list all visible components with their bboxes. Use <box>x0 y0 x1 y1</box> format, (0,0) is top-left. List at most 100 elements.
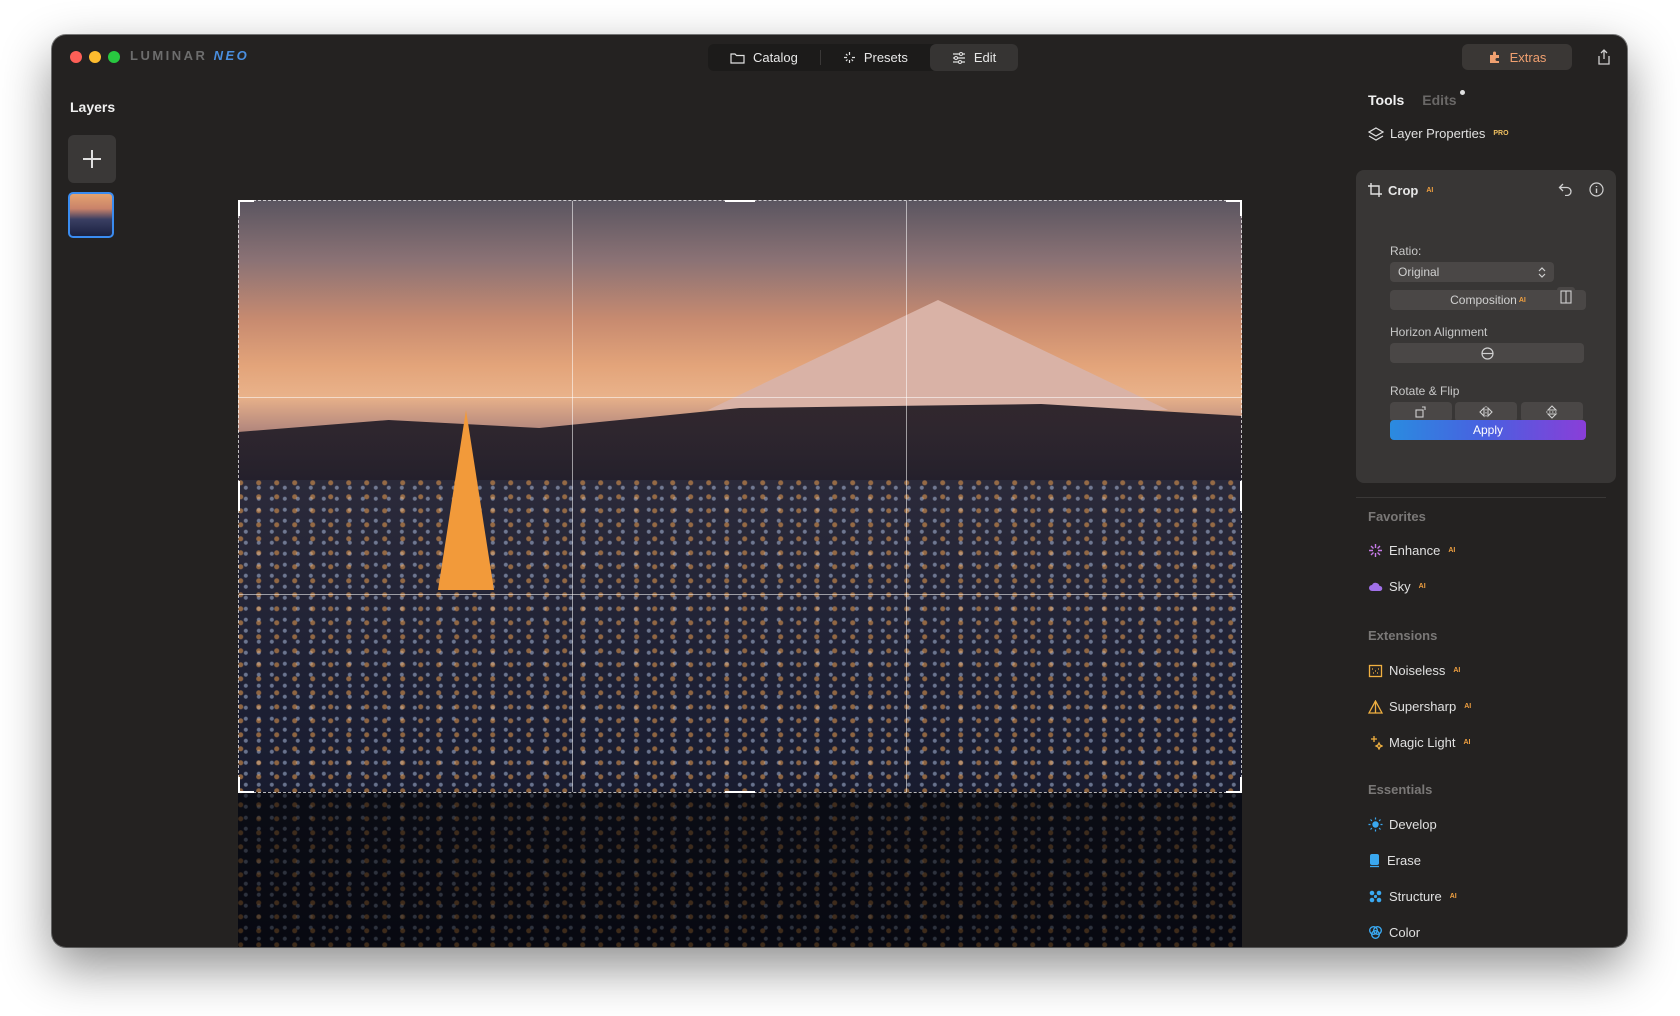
grid-line <box>239 397 1241 398</box>
tool-sky[interactable]: Sky AI <box>1368 579 1426 594</box>
tool-supersharp[interactable]: Supersharp AI <box>1368 699 1471 714</box>
structure-icon <box>1369 890 1382 903</box>
minimize-window-button[interactable] <box>89 51 101 63</box>
favorites-title: Favorites <box>1368 509 1426 524</box>
tool-erase[interactable]: Erase <box>1368 853 1421 868</box>
mode-switcher: Catalog Presets Edit <box>708 44 1019 71</box>
crop-handle-top-right[interactable] <box>1226 200 1242 216</box>
layer-thumbnail[interactable] <box>68 192 114 238</box>
logo-text-neo: NEO <box>213 48 250 63</box>
horizon-icon <box>1480 346 1494 360</box>
info-icon[interactable] <box>1589 182 1604 197</box>
ratio-value: Original <box>1398 265 1440 279</box>
swap-orientation-button[interactable] <box>1557 287 1575 307</box>
panel-divider <box>1356 497 1606 498</box>
horizon-alignment-label: Horizon Alignment <box>1390 325 1488 339</box>
ai-badge: AI <box>1463 739 1471 746</box>
essentials-title: Essentials <box>1368 782 1433 797</box>
ai-badge: AI <box>1453 667 1461 674</box>
tool-color[interactable]: Color <box>1368 925 1420 940</box>
tool-supersharp-label: Supersharp <box>1389 699 1457 714</box>
extras-button[interactable]: Extras <box>1462 44 1572 70</box>
layer-properties-button[interactable]: Layer Properties PRO <box>1368 126 1509 141</box>
tab-presets-label: Presets <box>863 50 908 65</box>
layers-icon <box>1368 126 1384 141</box>
color-icon <box>1369 926 1382 939</box>
tool-magic-light[interactable]: Magic Light AI <box>1368 735 1470 750</box>
app-logo: LUMINAR NEO <box>130 48 249 63</box>
tool-structure[interactable]: Structure AI <box>1368 889 1457 904</box>
crop-panel: Crop AI Ratio: Original Composition AI H… <box>1356 170 1616 483</box>
grid-line <box>572 201 573 792</box>
noiseless-icon <box>1368 664 1383 678</box>
crop-handle-bottom[interactable] <box>725 791 755 793</box>
tab-edits[interactable]: Edits <box>1422 90 1465 108</box>
apply-button[interactable]: Apply <box>1390 420 1586 440</box>
plus-icon <box>83 150 101 168</box>
folder-icon <box>730 52 745 64</box>
tool-enhance[interactable]: Enhance AI <box>1368 543 1455 558</box>
rotate-icon <box>1415 406 1426 418</box>
crop-header-actions <box>1558 182 1604 197</box>
extras-label: Extras <box>1509 49 1547 65</box>
tool-develop[interactable]: Develop <box>1368 817 1437 832</box>
tab-catalog-label: Catalog <box>753 50 798 65</box>
sun-icon <box>1368 817 1383 832</box>
tool-sky-label: Sky <box>1389 579 1411 594</box>
share-button[interactable] <box>1592 45 1616 69</box>
puzzle-icon <box>1489 51 1499 63</box>
crop-title: Crop <box>1388 182 1419 198</box>
ai-badge: AI <box>1426 186 1434 194</box>
ai-badge: AI <box>1448 547 1456 554</box>
crop-handle-bottom-right[interactable] <box>1226 777 1242 793</box>
crop-handle-left[interactable] <box>238 481 240 511</box>
flip-horizontal-button[interactable] <box>1455 402 1517 422</box>
tool-noiseless-label: Noiseless <box>1389 663 1446 678</box>
magic-light-icon <box>1371 736 1383 750</box>
layers-title: Layers <box>70 99 116 115</box>
tab-catalog[interactable]: Catalog <box>708 44 820 71</box>
undo-icon[interactable] <box>1558 182 1573 196</box>
close-window-button[interactable] <box>70 51 82 63</box>
tab-tools[interactable]: Tools <box>1368 92 1404 108</box>
tool-color-label: Color <box>1389 925 1421 940</box>
enhance-icon <box>1369 544 1382 557</box>
crop-header[interactable]: Crop AI <box>1368 178 1604 202</box>
tool-develop-label: Develop <box>1389 817 1437 832</box>
crop-frame[interactable] <box>238 200 1242 793</box>
crop-handle-top-left[interactable] <box>238 200 254 216</box>
composition-label: Composition <box>1450 293 1517 307</box>
flip-vertical-button[interactable] <box>1521 402 1583 422</box>
tab-edit-label: Edit <box>973 50 997 65</box>
ai-badge: AI <box>1449 893 1457 900</box>
crop-handle-top[interactable] <box>725 200 755 202</box>
crop-handle-bottom-left[interactable] <box>238 777 254 793</box>
tool-magic-light-label: Magic Light <box>1389 735 1456 750</box>
ai-badge: AI <box>1518 296 1526 304</box>
rotate-flip-label: Rotate & Flip <box>1390 384 1460 398</box>
eraser-icon <box>1370 854 1379 868</box>
crop-handle-right[interactable] <box>1240 481 1242 511</box>
rotate-button[interactable] <box>1390 402 1452 422</box>
tool-enhance-label: Enhance <box>1389 543 1441 558</box>
logo-text: LUMINAR <box>130 48 208 63</box>
tool-noiseless[interactable]: Noiseless AI <box>1368 663 1460 678</box>
sliders-icon <box>952 51 965 64</box>
ai-badge: AI <box>1418 583 1426 590</box>
extensions-title: Extensions <box>1368 628 1438 643</box>
cloud-icon <box>1369 582 1383 591</box>
pro-badge: PRO <box>1493 130 1509 137</box>
horizon-alignment-button[interactable] <box>1390 343 1584 363</box>
share-icon <box>1598 49 1610 65</box>
flip-horizontal-icon <box>1479 406 1493 418</box>
edits-indicator-dot <box>1459 90 1465 95</box>
chevron-updown-icon <box>1538 266 1546 278</box>
flip-vertical-icon <box>1546 405 1558 419</box>
tab-edit[interactable]: Edit <box>929 44 1019 71</box>
swap-orientation-icon <box>1560 290 1572 304</box>
tab-presets[interactable]: Presets <box>821 44 930 71</box>
photo-canvas[interactable] <box>238 200 1242 947</box>
ratio-select[interactable]: Original <box>1390 262 1554 282</box>
add-layer-button[interactable] <box>68 135 116 183</box>
zoom-window-button[interactable] <box>108 51 120 63</box>
